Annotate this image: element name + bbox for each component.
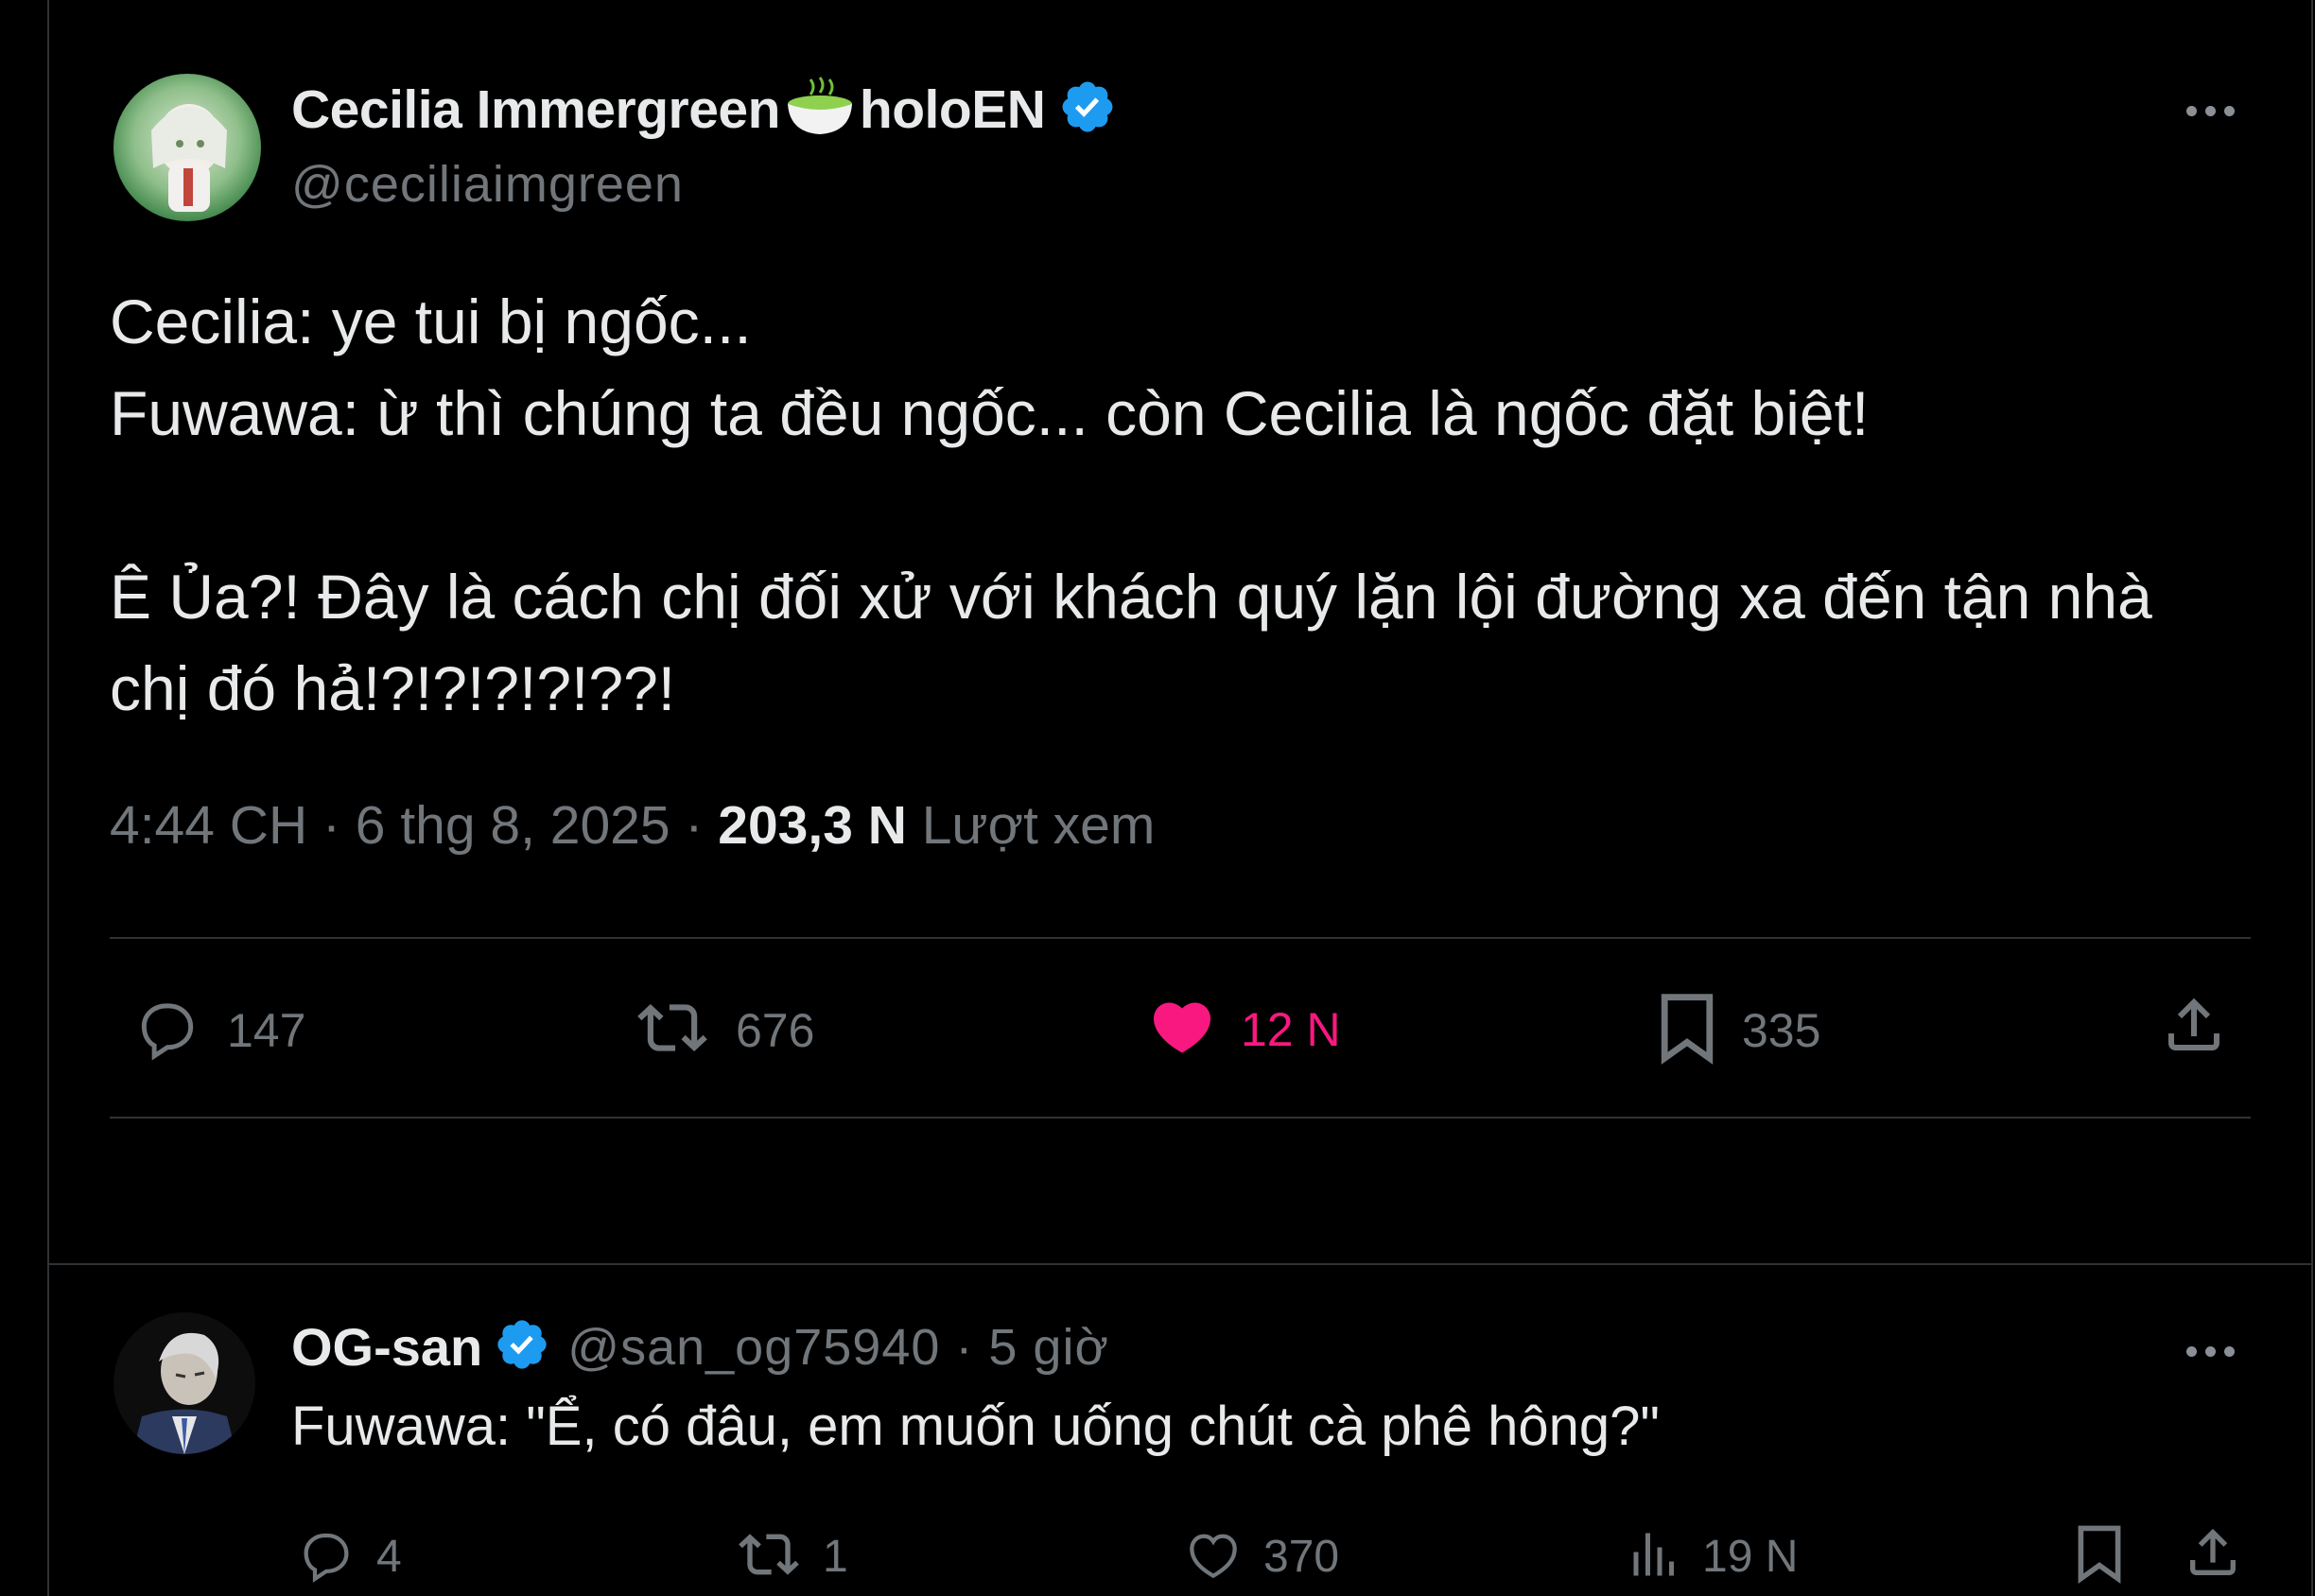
- reply-reply-button[interactable]: 4: [295, 1524, 402, 1589]
- author-name-row[interactable]: Cecilia Immergreen holoEN: [291, 76, 1117, 143]
- reply-button[interactable]: 147: [131, 993, 305, 1067]
- reply-header: OG-san @san_og75940 · 5 giờ: [291, 1316, 1109, 1378]
- repost-icon: [632, 993, 713, 1067]
- reply-author-avatar[interactable]: [113, 1312, 255, 1454]
- bookmark-icon: [1655, 989, 1719, 1071]
- more-options-icon[interactable]: [2186, 106, 2235, 116]
- reply-reply-count: 4: [376, 1532, 402, 1582]
- tweet-text-line: Ê Ủa?! Đây là cách chị đối xử với khách …: [110, 562, 2152, 632]
- left-border: [47, 0, 49, 1596]
- bookmark-count: 335: [1742, 1003, 1821, 1057]
- reply-count: 147: [227, 1003, 306, 1057]
- tweet-text-line: Fuwawa: ừ thì chúng ta đều ngốc... còn C…: [110, 378, 1870, 448]
- reply-share-button[interactable]: [2183, 1520, 2243, 1589]
- share-button[interactable]: [2160, 989, 2228, 1066]
- reply-icon: [131, 993, 204, 1067]
- meta-separator: ·: [322, 795, 340, 856]
- repost-button[interactable]: 676: [632, 993, 814, 1067]
- reply-author-handle[interactable]: @san_og75940: [567, 1318, 940, 1377]
- author-handle[interactable]: @ceciliaimgreen: [291, 155, 684, 214]
- view-count-label: Lượt xem: [921, 795, 1156, 856]
- tweet-date[interactable]: 6 thg 8, 2025: [356, 795, 670, 856]
- heart-outline-icon: [1182, 1524, 1245, 1589]
- green-tea-bowl-icon: [784, 76, 856, 143]
- tweet-meta: 4:44 CH · 6 thg 8, 2025 · 203,3 N Lượt x…: [110, 794, 1155, 857]
- tweet-time[interactable]: 4:44 CH: [110, 795, 307, 856]
- bookmark-icon: [2073, 1520, 2126, 1591]
- author-avatar[interactable]: [113, 74, 261, 221]
- meta-separator: ·: [955, 1318, 974, 1376]
- heart-filled-icon: [1146, 993, 1218, 1066]
- verified-badge-icon[interactable]: [1058, 78, 1117, 141]
- reply-author-name[interactable]: OG-san: [291, 1316, 482, 1378]
- tweet-text-blank-line: [110, 460, 2285, 551]
- reply-more-options-icon[interactable]: [2186, 1346, 2235, 1357]
- reply-views-button[interactable]: 19 N: [1627, 1524, 1798, 1589]
- repost-count: 676: [736, 1003, 815, 1057]
- reply-icon: [295, 1524, 357, 1589]
- reply-repost-count: 1: [823, 1532, 848, 1582]
- reply-like-button[interactable]: 370: [1182, 1524, 1339, 1589]
- reply-repost-button[interactable]: 1: [734, 1524, 848, 1589]
- actions-divider: [110, 1117, 2251, 1119]
- verified-badge-icon[interactable]: [494, 1316, 550, 1378]
- meta-divider: [110, 937, 2251, 939]
- author-display-name-suffix[interactable]: holoEN: [860, 78, 1046, 141]
- share-icon: [2183, 1520, 2243, 1589]
- reply-time[interactable]: 5 giờ: [988, 1318, 1108, 1377]
- reply-bookmark-button[interactable]: [2073, 1520, 2126, 1591]
- view-count: 203,3 N: [718, 795, 907, 856]
- author-display-name[interactable]: Cecilia Immergreen: [291, 78, 780, 141]
- reply-like-count: 370: [1263, 1532, 1340, 1582]
- tweet-text-line: chị đó hả!?!?!?!?!??!: [110, 653, 676, 723]
- like-button[interactable]: 12 N: [1146, 993, 1341, 1066]
- tweet-text-line: Cecilia: ye tui bị ngốc...: [110, 286, 752, 356]
- reply-text: Fuwawa: "Ể, có đâu, em muốn uống chút cà…: [291, 1396, 1660, 1457]
- reply-separator: [47, 1263, 2313, 1265]
- right-border: [2311, 0, 2313, 1596]
- tweet-text: Cecilia: ye tui bị ngốc... Fuwawa: ừ thì…: [110, 276, 2285, 735]
- analytics-icon: [1627, 1524, 1683, 1589]
- meta-separator: ·: [685, 795, 704, 856]
- share-icon: [2160, 989, 2228, 1066]
- bookmark-button[interactable]: 335: [1655, 989, 1820, 1071]
- reply-view-count: 19 N: [1702, 1532, 1799, 1582]
- repost-icon: [734, 1524, 804, 1589]
- like-count: 12 N: [1241, 1002, 1341, 1056]
